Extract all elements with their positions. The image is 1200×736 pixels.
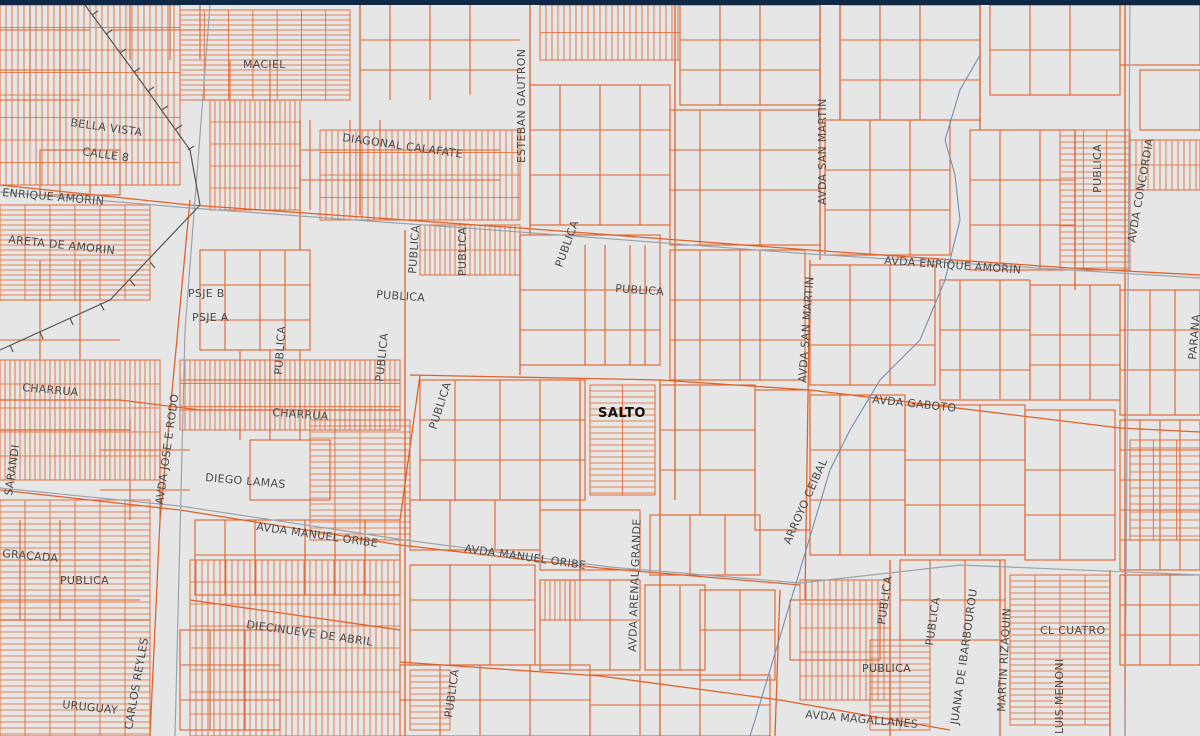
top-bar <box>0 0 1200 5</box>
label-psje-b: PSJE B <box>188 287 225 300</box>
map-canvas[interactable]: MACIEL BELLA VISTA CALLE 8 ENRIQUE AMORI… <box>0 0 1200 736</box>
label-esteban-gautron: ESTEBAN GAUTRON <box>515 49 528 163</box>
label-maciel: MACIEL <box>243 58 286 71</box>
label-luis-menoni: LUIS MENONI <box>1053 659 1066 734</box>
map-view[interactable]: MACIEL BELLA VISTA CALLE 8 ENRIQUE AMORI… <box>0 0 1200 736</box>
city-label-salto: SALTO <box>598 406 646 421</box>
parcel-subdivision <box>420 225 520 275</box>
label-publica-sw: PUBLICA <box>60 574 109 587</box>
label-publica-n1: PUBLICA <box>456 227 469 276</box>
label-psje-a: PSJE A <box>192 311 229 324</box>
label-publica-s: PUBLICA <box>862 662 911 675</box>
parcel-subdivision <box>310 420 410 540</box>
label-publica-ne: PUBLICA <box>1091 144 1104 193</box>
label-cl-cuatro: CL CUATRO <box>1040 624 1105 637</box>
label-avda-san-martin-n: AVDA SAN MARTIN <box>816 98 829 205</box>
